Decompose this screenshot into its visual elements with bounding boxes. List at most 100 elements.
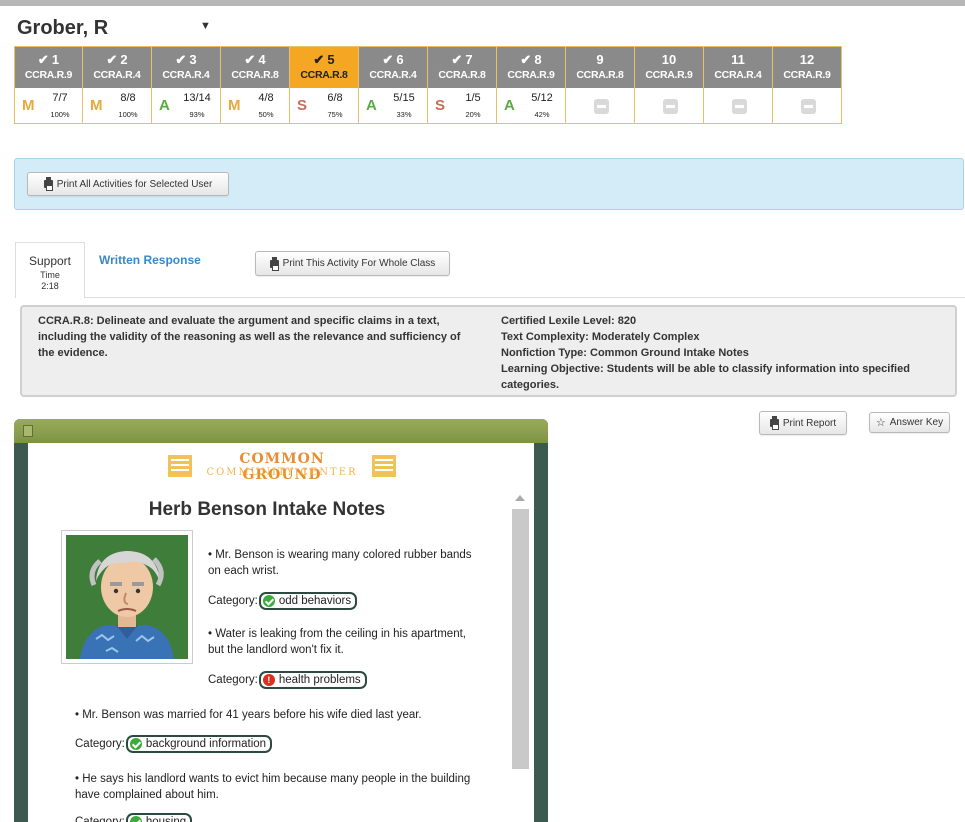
activity-number: 5 [327, 52, 335, 67]
learning-objective: Learning Objective: Students will be abl… [501, 363, 910, 391]
not-started-icon [732, 99, 747, 114]
category-label: Category: [208, 595, 258, 607]
note-1-text: • Mr. Benson is wearing many colored rub… [208, 549, 472, 577]
activity-tile-5[interactable]: ✔ 5 CCRA.R.8 S 6/8 75% [290, 46, 359, 124]
activity-tile-1[interactable]: ✔ 1 CCRA.R.9 M 7/7 100% [14, 46, 83, 124]
activity-tile-2[interactable]: ✔ 2 CCRA.R.4 M 8/8 100% [83, 46, 152, 124]
caret-down-icon[interactable]: ▼ [200, 20, 211, 32]
category-label: Category: [208, 674, 258, 686]
activity-standard: CCRA.R.4 [369, 69, 417, 81]
tab-written-response[interactable]: Written Response [99, 253, 201, 267]
activity-tile-11[interactable]: 11 CCRA.R.4 [704, 46, 773, 124]
grade-badge: M [22, 97, 35, 114]
activity-score: 4/8 [258, 92, 274, 104]
activity-percent: 20% [465, 110, 481, 119]
grade-badge: S [435, 97, 446, 114]
activity-standard: CCRA.R.4 [93, 69, 141, 81]
activity-percent: 75% [327, 110, 343, 119]
grade-badge: M [90, 97, 103, 114]
activity-percent: 93% [189, 110, 205, 119]
category-answer-pill[interactable]: housing [125, 813, 193, 822]
activity-tile-3[interactable]: ✔ 3 CCRA.R.4 A 13/14 93% [152, 46, 221, 124]
activity-number: 1 [51, 52, 60, 67]
activity-score: 6/8 [327, 92, 343, 104]
grade-badge: A [159, 97, 170, 114]
student-selector[interactable]: Grober, R ▼ [17, 17, 217, 43]
check-icon: ✔ [382, 52, 394, 67]
check-icon: ✔ [37, 52, 49, 67]
note-3-category: Category: background information [75, 735, 273, 753]
scroll-thumb[interactable] [512, 509, 529, 769]
building-icon [372, 455, 396, 477]
activity-percent: 100% [118, 110, 138, 119]
activity-tile-8[interactable]: ✔ 8 CCRA.R.9 A 5/12 42% [497, 46, 566, 124]
portrait-image [66, 535, 188, 659]
grade-badge: A [504, 97, 515, 114]
activity-standard: CCRA.R.9 [783, 69, 831, 81]
nonfiction-type: Nonfiction Type: Common Ground Intake No… [501, 347, 749, 359]
answer-text: health problems [278, 674, 361, 686]
activity-number: 9 [596, 52, 604, 67]
viewer-header [14, 419, 548, 443]
check-icon: ✔ [244, 52, 256, 67]
activity-tile-7[interactable]: ✔ 7 CCRA.R.8 S 1/5 20% [428, 46, 497, 124]
grade-badge: M [228, 97, 241, 114]
answer-key-label: Answer Key [889, 417, 944, 428]
activity-number: 6 [396, 52, 404, 67]
printer-icon [269, 256, 279, 271]
tab-support[interactable]: Support Time 2:18 [15, 242, 85, 298]
activity-standard: CCRA.R.4 [162, 69, 210, 81]
lexile-level: Certified Lexile Level: 820 [501, 315, 637, 327]
category-answer-pill[interactable]: background information [125, 735, 273, 753]
grade-badge: A [366, 97, 377, 114]
user-actions-panel: Print All Activities for Selected User [14, 158, 964, 210]
page-scrollbar[interactable] [506, 443, 534, 822]
answer-text: housing [145, 816, 187, 822]
check-icon: ✔ [175, 52, 187, 67]
activity-standard: CCRA.R.9 [24, 69, 73, 81]
activity-standard: CCRA.R.8 [231, 69, 279, 81]
note-2-text: • Water is leaking from the ceiling in h… [208, 628, 466, 656]
note-4-text: • He says his landlord wants to evict hi… [75, 773, 471, 801]
activity-metadata: Certified Lexile Level: 820 Text Complex… [501, 313, 941, 393]
activity-tile-12[interactable]: 12 CCRA.R.9 [773, 46, 842, 124]
activity-tile-9[interactable]: 9 CCRA.R.8 [566, 46, 635, 124]
activity-number: 11 [731, 52, 745, 67]
print-all-activities-button[interactable]: Print All Activities for Selected User [27, 172, 229, 196]
activity-percent: 100% [50, 110, 70, 119]
check-icon: ✔ [451, 52, 463, 67]
activity-number: 3 [189, 52, 197, 67]
printer-icon [769, 416, 779, 430]
activity-tile-10[interactable]: 10 CCRA.R.9 [635, 46, 704, 124]
category-label: Category: [75, 816, 125, 822]
standard-info-panel: CCRA.R.8: Delineate and evaluate the arg… [20, 305, 957, 397]
activity-score: 1/5 [465, 92, 481, 104]
activity-score: 5/15 [393, 92, 415, 104]
category-answer-pill[interactable]: odd behaviors [258, 592, 358, 610]
document-title: Herb Benson Intake Notes [148, 499, 386, 520]
document-icon[interactable] [23, 425, 33, 437]
activity-percent: 33% [396, 110, 412, 119]
answer-key-button[interactable]: ☆ Answer Key [869, 412, 950, 433]
activity-tile-6[interactable]: ✔ 6 CCRA.R.4 A 5/15 33% [359, 46, 428, 124]
time-value: 2:18 [41, 281, 59, 291]
activity-number: 4 [258, 52, 266, 67]
note-3-text: • Mr. Benson was married for 41 years be… [75, 709, 422, 721]
check-icon: ✔ [520, 52, 532, 67]
answer-text: background information [145, 738, 267, 750]
answer-text: odd behaviors [278, 595, 352, 607]
activity-standard: CCRA.R.4 [714, 69, 762, 81]
print-activity-whole-class-button[interactable]: Print This Activity For Whole Class [255, 251, 450, 276]
scroll-up-icon[interactable] [515, 495, 525, 501]
print-report-button[interactable]: Print Report [759, 411, 847, 435]
activity-number: 12 [799, 52, 815, 67]
note-1-category: Category: odd behaviors [208, 592, 358, 610]
not-started-icon [663, 99, 678, 114]
category-answer-pill[interactable]: ! health problems [258, 671, 367, 689]
not-started-icon [801, 99, 816, 114]
activity-number: 10 [661, 52, 677, 67]
building-icon [168, 455, 192, 477]
check-icon: ✔ [313, 52, 325, 67]
activity-tile-4[interactable]: ✔ 4 CCRA.R.8 M 4/8 50% [221, 46, 290, 124]
correct-check-icon [129, 816, 142, 822]
